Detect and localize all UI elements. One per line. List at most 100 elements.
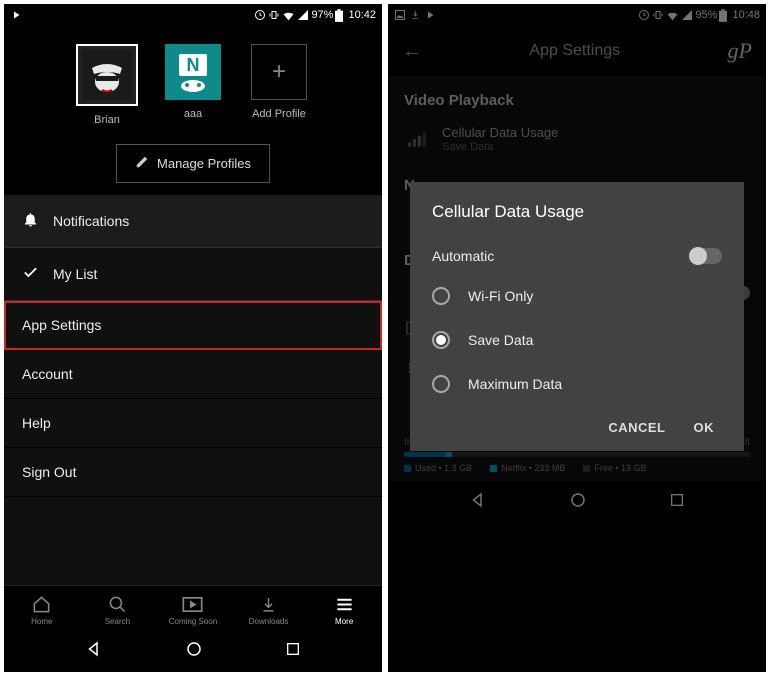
- android-nav-bar: [388, 481, 766, 523]
- setting-label: Cellular Data Usage: [442, 125, 750, 140]
- phone-left-more-screen: 97% 10:42: [4, 4, 382, 672]
- menu-item-app-settings[interactable]: App Settings: [4, 301, 382, 350]
- radio-label: Maximum Data: [468, 376, 562, 392]
- app-settings-header: ← App Settings gP: [388, 26, 766, 76]
- clock-icon: [254, 9, 266, 21]
- dialog-title: Cellular Data Usage: [432, 202, 722, 222]
- nav-label: More: [335, 617, 353, 626]
- profile-add[interactable]: + Add Profile: [244, 44, 314, 126]
- cellular-data-dialog: Cellular Data Usage Automatic Wi-Fi Only…: [410, 182, 744, 451]
- android-back-button[interactable]: [85, 640, 103, 663]
- vibrate-icon: [268, 9, 280, 21]
- download-icon: [260, 594, 277, 614]
- legend-netflix: Netflix • 233 MB: [501, 463, 565, 473]
- pencil-icon: [135, 155, 149, 172]
- radio-save-data[interactable]: Save Data: [432, 318, 722, 362]
- download-small-icon: [410, 9, 420, 21]
- watermark: gP: [728, 38, 752, 64]
- nav-home[interactable]: Home: [12, 594, 72, 626]
- android-home-button[interactable]: [185, 640, 203, 663]
- bell-icon: [22, 211, 39, 231]
- signal-bars-icon: [404, 130, 428, 148]
- avatar-icon: [82, 50, 132, 100]
- image-icon: [394, 9, 406, 21]
- nav-more[interactable]: More: [314, 594, 374, 626]
- legend-free: Free • 13 GB: [594, 463, 646, 473]
- profile-name: Brian: [94, 114, 120, 126]
- clock-time: 10:48: [732, 9, 760, 21]
- nav-label: Search: [105, 617, 130, 626]
- legend-used: Used • 1.3 GB: [415, 463, 472, 473]
- android-recent-button[interactable]: [669, 492, 685, 513]
- menu-label: App Settings: [22, 317, 101, 333]
- ok-button[interactable]: OK: [694, 420, 715, 435]
- setting-cellular-data[interactable]: Cellular Data Usage Save Data: [388, 115, 766, 163]
- svg-text:N: N: [187, 55, 200, 75]
- search-icon: [108, 594, 127, 614]
- app-notify-icon: [424, 9, 436, 21]
- radio-button: [432, 331, 450, 349]
- section-video-playback: Video Playback: [388, 78, 766, 115]
- menu-item-account[interactable]: Account: [4, 350, 382, 399]
- status-bar: 95% 10:48: [388, 4, 766, 26]
- menu-list: Notifications My List App Settings Accou…: [4, 195, 382, 585]
- menu-label: Account: [22, 366, 73, 382]
- app-notify-icon: [10, 9, 22, 21]
- battery-percent: 97%: [311, 9, 333, 21]
- menu-item-help[interactable]: Help: [4, 399, 382, 448]
- profile-aaa[interactable]: N aaa: [158, 44, 228, 126]
- nav-downloads[interactable]: Downloads: [239, 594, 299, 626]
- radio-label: Save Data: [468, 332, 533, 348]
- profile-name: Add Profile: [252, 108, 306, 120]
- automatic-label: Automatic: [432, 248, 494, 264]
- profiles-section: Brian N aaa +: [4, 26, 382, 195]
- battery-icon: [719, 9, 727, 22]
- radio-maximum-data[interactable]: Maximum Data: [432, 362, 722, 406]
- android-home-button[interactable]: [569, 491, 587, 514]
- signal-icon: [297, 9, 309, 21]
- radio-wifi-only[interactable]: Wi-Fi Only: [432, 274, 722, 318]
- nav-coming-soon[interactable]: Coming Soon: [163, 594, 223, 626]
- manage-profiles-label: Manage Profiles: [157, 156, 251, 171]
- signal-icon: [681, 9, 693, 21]
- android-nav-bar: [4, 630, 382, 672]
- bottom-nav: Home Search Coming Soon Downloads More: [4, 585, 382, 630]
- home-icon: [32, 594, 51, 614]
- wifi-icon: [666, 9, 679, 22]
- android-back-button[interactable]: [469, 491, 487, 514]
- cancel-button[interactable]: CANCEL: [608, 420, 665, 435]
- clock-icon: [638, 9, 650, 21]
- nav-label: Coming Soon: [169, 617, 217, 626]
- page-title: App Settings: [422, 42, 728, 60]
- profile-brian[interactable]: Brian: [72, 44, 142, 126]
- automatic-toggle-row[interactable]: Automatic: [432, 238, 722, 274]
- menu-label: Sign Out: [22, 464, 76, 480]
- menu-item-notifications[interactable]: Notifications: [4, 195, 382, 248]
- menu-label: My List: [53, 266, 97, 282]
- menu-item-signout[interactable]: Sign Out: [4, 448, 382, 497]
- play-rect-icon: [182, 594, 203, 614]
- menu-item-mylist[interactable]: My List: [4, 248, 382, 301]
- phone-right-app-settings: 95% 10:48 ← App Settings gP Video Playba…: [388, 4, 766, 672]
- radio-button: [432, 287, 450, 305]
- android-recent-button[interactable]: [285, 641, 301, 662]
- manage-profiles-button[interactable]: Manage Profiles: [116, 144, 270, 183]
- toggle-switch[interactable]: [690, 248, 722, 264]
- plus-icon: +: [251, 44, 307, 100]
- wifi-icon: [282, 9, 295, 22]
- nav-search[interactable]: Search: [87, 594, 147, 626]
- battery-icon: [335, 9, 343, 22]
- radio-button: [432, 375, 450, 393]
- clock-time: 10:42: [348, 9, 376, 21]
- menu-label: Help: [22, 415, 51, 431]
- check-icon: [22, 264, 39, 284]
- avatar-icon: N: [169, 48, 217, 96]
- nav-label: Home: [31, 617, 52, 626]
- profile-name: aaa: [184, 108, 202, 120]
- back-button[interactable]: ←: [402, 40, 422, 63]
- radio-label: Wi-Fi Only: [468, 288, 533, 304]
- nav-label: Downloads: [249, 617, 289, 626]
- battery-percent: 95%: [695, 9, 717, 21]
- menu-label: Notifications: [53, 213, 129, 229]
- menu-icon: [335, 594, 354, 614]
